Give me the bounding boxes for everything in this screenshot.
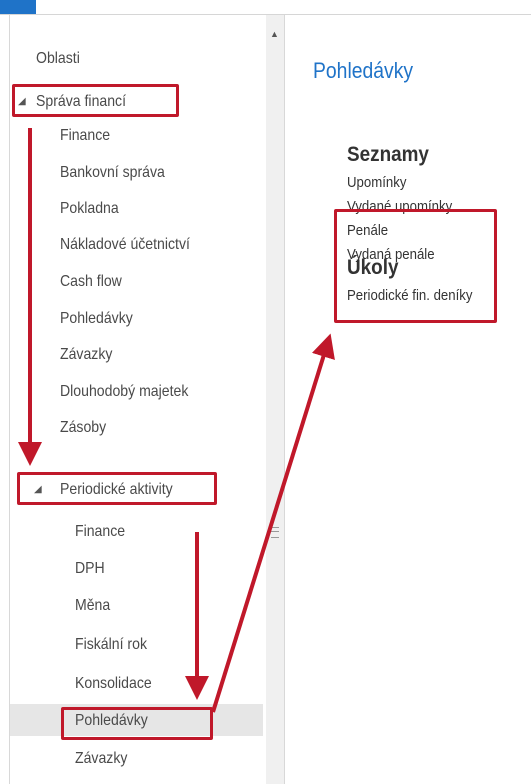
nav-subitem-fiskalni-rok[interactable]: Fiskální rok — [75, 631, 147, 659]
scroll-up-arrow-icon[interactable]: ▲ — [270, 29, 279, 39]
nav-header-oblasti: Oblasti — [36, 50, 80, 67]
annotation-box-sprava-financi — [12, 84, 179, 117]
section-heading-seznamy: Seznamy — [347, 143, 429, 166]
nav-subitem-konsolidace[interactable]: Konsolidace — [75, 670, 152, 698]
nav-item-zavazky[interactable]: Závazky — [60, 341, 112, 369]
nav-item-dlouhodoby-majetek[interactable]: Dlouhodobý majetek — [60, 378, 188, 406]
app-accent-bar — [0, 0, 36, 14]
annotation-box-pohledavky — [61, 707, 213, 740]
page-title: Pohledávky — [313, 58, 414, 83]
nav-item-nakladove-ucetnictvi[interactable]: Nákladové účetnictví — [60, 231, 190, 259]
annotation-box-periodicke-aktivity — [17, 472, 217, 505]
nav-item-finance[interactable]: Finance — [60, 122, 110, 150]
nav-scrollbar[interactable]: ▲ — [266, 15, 285, 784]
nav-subitem-dph[interactable]: DPH — [75, 555, 105, 583]
link-upominky[interactable]: Upomínky — [347, 174, 406, 191]
nav-item-bankovni-sprava[interactable]: Bankovní správa — [60, 159, 165, 187]
nav-item-pokladna[interactable]: Pokladna — [60, 195, 119, 223]
nav-item-zasoby[interactable]: Zásoby — [60, 414, 106, 442]
nav-item-cash-flow[interactable]: Cash flow — [60, 268, 122, 296]
nav-item-pohledavky[interactable]: Pohledávky — [60, 305, 133, 333]
nav-subitem-finance[interactable]: Finance — [75, 518, 125, 546]
nav-subitem-mena[interactable]: Měna — [75, 592, 110, 620]
annotation-box-penale — [334, 209, 497, 323]
nav-subitem-zavazky[interactable]: Závazky — [75, 745, 127, 773]
scroll-grip-icon[interactable] — [271, 527, 279, 538]
